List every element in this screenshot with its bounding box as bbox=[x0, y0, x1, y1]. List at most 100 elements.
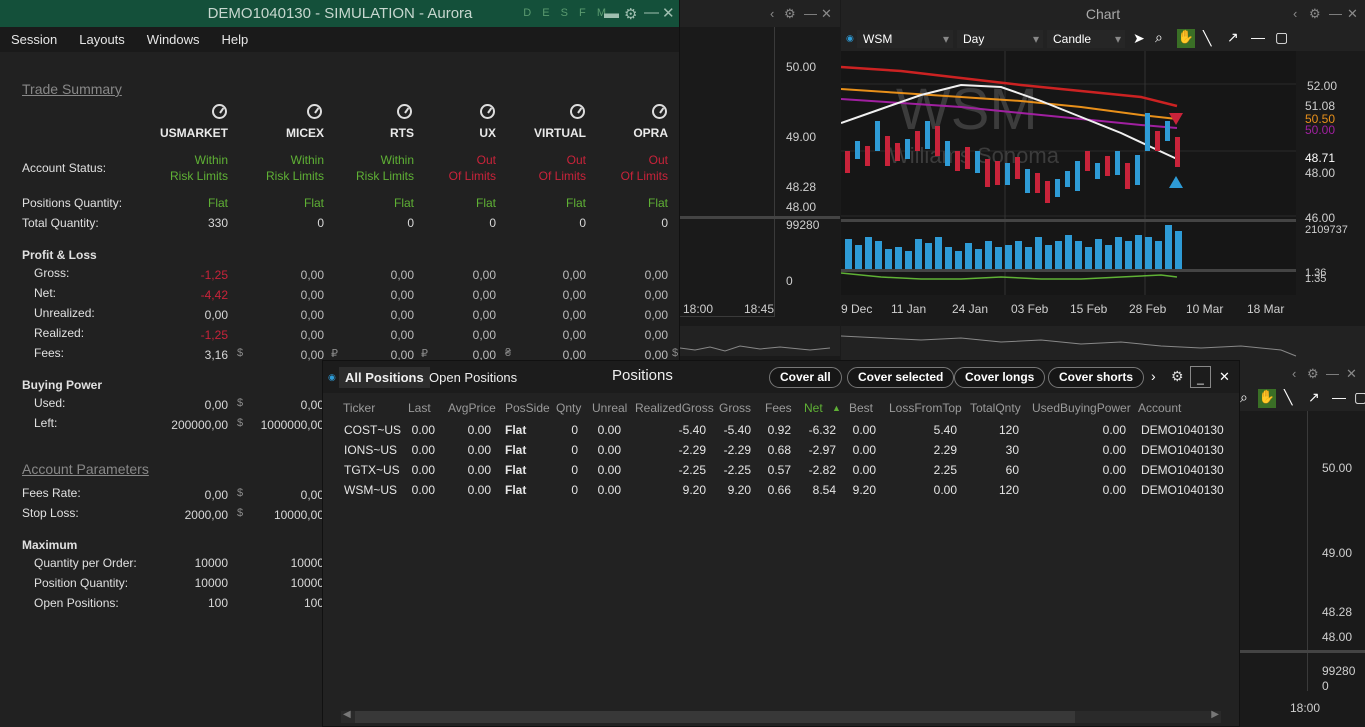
qty-per-order-value: 10000 bbox=[194, 556, 228, 570]
zoom-icon[interactable]: ⌕ bbox=[1155, 29, 1163, 46]
column-header-usedbuyingpower[interactable]: UsedBuyingPower bbox=[1032, 401, 1131, 415]
y-tick: 48.00 bbox=[786, 200, 817, 214]
horizontal-line-icon[interactable]: — bbox=[1332, 389, 1346, 405]
arrow-tool-icon[interactable]: ↗ bbox=[1227, 29, 1239, 46]
scroll-right-icon[interactable]: ▶ bbox=[1211, 709, 1219, 720]
cell-unreal: 0.00 bbox=[597, 443, 621, 457]
total-quantity-value: 0 bbox=[317, 216, 324, 230]
clock-icon bbox=[652, 104, 667, 119]
price-plot[interactable]: WSM Williams Sonoma bbox=[841, 51, 1296, 295]
zoom-icon[interactable]: ⌕ bbox=[1240, 389, 1248, 406]
horizontal-scrollbar[interactable]: ◀ ▶ bbox=[341, 709, 1221, 723]
hand-pan-icon[interactable]: ✋ bbox=[1177, 29, 1195, 48]
rectangle-tool-icon[interactable]: ▢ bbox=[1354, 389, 1365, 406]
column-header-totalqnty[interactable]: TotalQnty bbox=[970, 401, 1021, 415]
chevron-left-icon[interactable]: ‹ bbox=[1292, 366, 1296, 381]
cursor-icon[interactable]: ➤ bbox=[1133, 30, 1145, 47]
minimize-icon[interactable]: — bbox=[1329, 6, 1342, 21]
column-header-gross[interactable]: Gross bbox=[719, 401, 751, 415]
cover-shorts-button[interactable]: Cover shorts bbox=[1048, 367, 1145, 388]
column-header-fees[interactable]: Fees bbox=[765, 401, 792, 415]
table-row[interactable]: WSM~US 0.00 0.00 Flat 0 0.00 9.20 9.20 0… bbox=[323, 481, 1239, 501]
tab-open-positions[interactable]: Open Positions bbox=[429, 370, 517, 385]
menu-windows[interactable]: Windows bbox=[136, 32, 211, 47]
plot-area[interactable] bbox=[1240, 411, 1308, 691]
cover-longs-button[interactable]: Cover longs bbox=[954, 367, 1046, 388]
gear-icon[interactable]: ⚙ bbox=[624, 5, 637, 23]
maximum-title: Maximum bbox=[22, 538, 78, 552]
period-select[interactable]: Day bbox=[957, 30, 1043, 48]
horizontal-line-icon[interactable]: — bbox=[1251, 29, 1265, 45]
hand-pan-icon[interactable]: ✋ bbox=[1258, 389, 1276, 408]
chevron-left-icon[interactable]: ‹ bbox=[770, 6, 774, 21]
close-icon[interactable]: ✕ bbox=[1347, 6, 1358, 22]
column-header-net[interactable]: Net bbox=[804, 401, 823, 415]
menu-session[interactable]: Session bbox=[0, 32, 68, 47]
radio-icon[interactable]: ◉ bbox=[328, 372, 336, 383]
table-row[interactable]: COST~US 0.00 0.00 Flat 0 0.00 -5.40 -5.4… bbox=[323, 421, 1239, 441]
minimize-icon[interactable]: — bbox=[1326, 366, 1339, 381]
column-header-best[interactable]: Best bbox=[849, 401, 873, 415]
pane-splitter[interactable] bbox=[1240, 650, 1365, 653]
total-quantity-value: 0 bbox=[489, 216, 496, 230]
cell-realizedgross: -2.29 bbox=[678, 443, 706, 457]
gear-icon[interactable]: ⚙ bbox=[1309, 6, 1321, 22]
column-head-rts: RTS bbox=[390, 126, 414, 140]
chevron-right-icon[interactable]: › bbox=[1151, 368, 1156, 384]
close-icon[interactable]: ✕ bbox=[1346, 366, 1357, 382]
minimize-icon[interactable]: ▬ bbox=[604, 5, 619, 22]
line-tool-icon[interactable]: ╲ bbox=[1203, 30, 1211, 47]
arrow-tool-icon[interactable]: ↗ bbox=[1308, 389, 1320, 406]
trade-summary-title: Trade Summary bbox=[22, 81, 122, 97]
column-header-avgprice[interactable]: AvgPrice bbox=[448, 401, 496, 415]
cell-gross: -2.29 bbox=[723, 443, 751, 457]
navigator-strip[interactable] bbox=[680, 326, 840, 356]
line-tool-icon[interactable]: ╲ bbox=[1284, 389, 1292, 406]
tab-all-positions[interactable]: All Positions bbox=[339, 367, 430, 388]
column-header-account[interactable]: Account bbox=[1138, 401, 1181, 415]
radio-icon[interactable]: ◉ bbox=[846, 33, 854, 44]
window-title-bar[interactable]: Chart bbox=[841, 0, 1365, 27]
unrealized-value: 0,00 bbox=[472, 308, 496, 322]
cover-all-button[interactable]: Cover all bbox=[769, 367, 842, 388]
column-header-unreal[interactable]: Unreal bbox=[592, 401, 627, 415]
window-title-bar[interactable]: DEMO1040130 - SIMULATION - Aurora D E S … bbox=[0, 0, 679, 27]
column-header-last[interactable]: Last bbox=[408, 401, 431, 415]
table-row[interactable]: TGTX~US 0.00 0.00 Flat 0 0.00 -2.25 -2.2… bbox=[323, 461, 1239, 481]
gross-value: 0,00 bbox=[644, 268, 668, 282]
chart-type-select[interactable]: Candle bbox=[1047, 30, 1125, 48]
rectangle-tool-icon[interactable]: ▢ bbox=[1275, 29, 1288, 46]
column-header-realizedgross[interactable]: RealizedGross bbox=[635, 401, 714, 415]
minimize-button[interactable]: — bbox=[644, 4, 659, 21]
column-header-ticker[interactable]: Ticker bbox=[343, 401, 375, 415]
close-icon[interactable]: ✕ bbox=[1219, 369, 1230, 385]
chevron-left-icon[interactable]: ‹ bbox=[1293, 6, 1297, 21]
close-icon[interactable]: ✕ bbox=[662, 4, 675, 22]
sort-ascending-icon: ▲ bbox=[832, 403, 841, 413]
realized-value: 0,00 bbox=[644, 328, 668, 342]
close-icon[interactable]: ✕ bbox=[821, 6, 832, 22]
scroll-left-icon[interactable]: ◀ bbox=[343, 709, 351, 720]
positions-title: Positions bbox=[612, 367, 673, 384]
menu-layouts[interactable]: Layouts bbox=[68, 32, 136, 47]
scrollbar-thumb[interactable] bbox=[355, 711, 1075, 723]
positions-quantity-value: Flat bbox=[393, 196, 414, 210]
menu-help[interactable]: Help bbox=[211, 32, 260, 47]
status-line1: Within bbox=[380, 153, 414, 167]
navigator-strip[interactable] bbox=[841, 326, 1365, 360]
gear-icon[interactable]: ⚙ bbox=[784, 6, 796, 22]
column-header-posside[interactable]: PosSide bbox=[505, 401, 550, 415]
x-tick: 9 Dec bbox=[841, 302, 873, 316]
plot-area[interactable] bbox=[680, 27, 775, 317]
table-row[interactable]: IONS~US 0.00 0.00 Flat 0 0.00 -2.29 -2.2… bbox=[323, 441, 1239, 461]
gear-icon[interactable]: ⚙ bbox=[1307, 366, 1319, 382]
cover-selected-button[interactable]: Cover selected bbox=[847, 367, 955, 388]
column-header-lossfromtop[interactable]: LossFromTop bbox=[889, 401, 962, 415]
column-header-qnty[interactable]: Qnty bbox=[556, 401, 581, 415]
minimize-icon[interactable]: — bbox=[804, 6, 817, 21]
gear-icon[interactable]: ⚙ bbox=[1171, 368, 1184, 385]
symbol-select[interactable]: WSM bbox=[857, 30, 953, 48]
fees-value: 3,16 bbox=[204, 348, 228, 362]
minimize-button[interactable]: _ bbox=[1190, 366, 1211, 388]
currency-symbol: ₽ bbox=[421, 348, 428, 360]
